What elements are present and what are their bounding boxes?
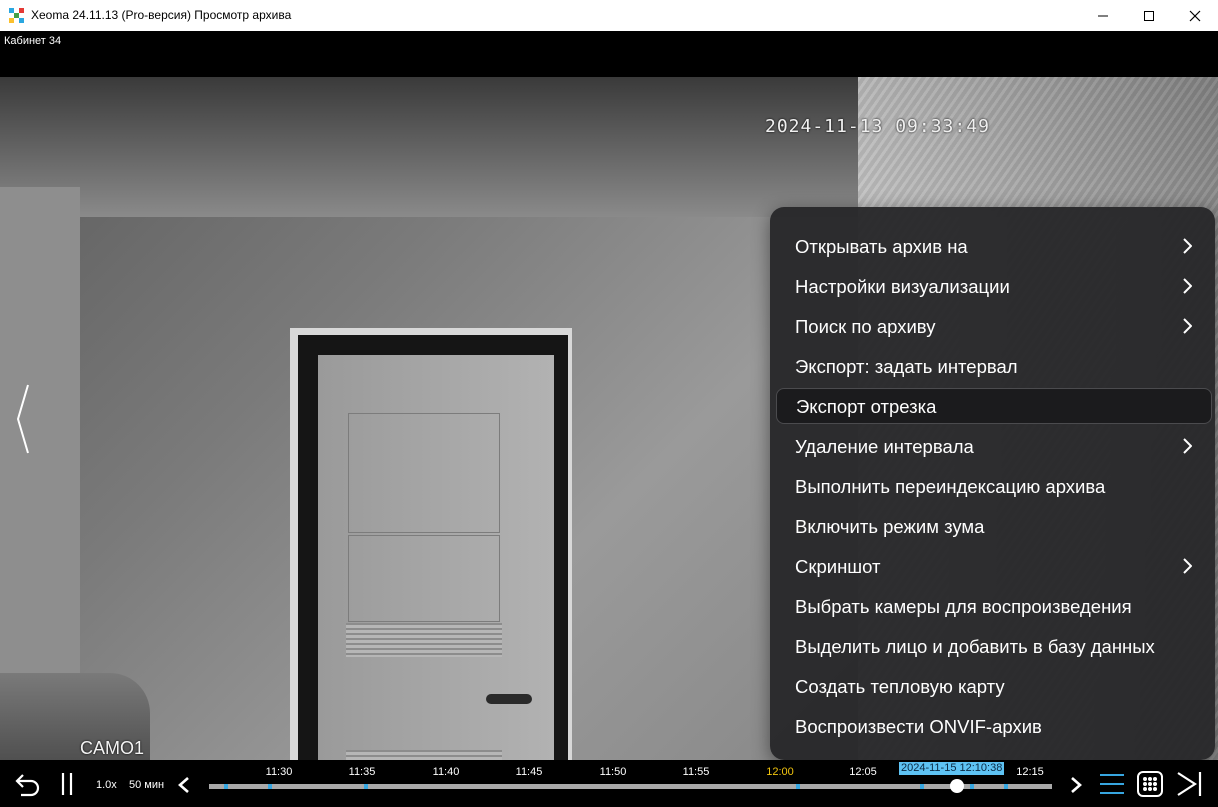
window-title: Xeoma 24.11.13 (Pro-версия) Просмотр арх… — [31, 8, 292, 22]
camera-name: Кабинет 34 — [4, 35, 62, 47]
timeline-tick-label: 12:05 — [849, 766, 877, 778]
timeline-tick-label: 11:55 — [682, 766, 710, 778]
menu-item-export-set-interval[interactable]: Экспорт: задать интервал — [776, 349, 1210, 383]
menu-item-label: Поиск по архиву — [795, 316, 936, 337]
title-bar: Xeoma 24.11.13 (Pro-версия) Просмотр арх… — [0, 0, 1218, 32]
chevron-right-icon — [1183, 318, 1192, 334]
menu-item-label: Открывать архив на — [795, 236, 968, 257]
menu-item-zoom-mode[interactable]: Включить режим зума — [776, 509, 1210, 543]
chevron-right-icon — [1071, 777, 1082, 793]
timeline-scale[interactable]: 50 мин — [129, 779, 164, 791]
menu-item-label: Выполнить переиндексацию архива — [795, 476, 1106, 497]
menu-item-label: Удаление интервала — [795, 436, 974, 457]
playback-speed[interactable]: 1.0x — [96, 779, 117, 791]
menu-item-label: Выделить лицо и добавить в базу данных — [795, 636, 1155, 657]
recording-marker — [364, 784, 368, 789]
minimize-button[interactable] — [1080, 0, 1126, 31]
playback-bar: 1.0x 50 мин 11:30 11:35 11:40 11:45 11:5… — [0, 760, 1218, 807]
undo-icon — [15, 774, 40, 797]
door-stripes — [346, 623, 502, 657]
door-stripes — [346, 750, 502, 760]
layout-grid-button[interactable] — [1136, 770, 1164, 798]
menu-item-face-to-database[interactable]: Выделить лицо и добавить в базу данных — [776, 629, 1210, 663]
menu-item-label: Воспроизвести ONVIF-архив — [795, 716, 1042, 737]
door-handle — [486, 694, 532, 704]
menu-item-screenshot[interactable]: Скриншот — [776, 549, 1210, 583]
timeline-scrubber-handle[interactable] — [950, 779, 964, 793]
timeline-forward-button[interactable] — [1066, 774, 1086, 796]
menu-item-label: Включить режим зума — [795, 516, 985, 537]
menu-item-select-cameras[interactable]: Выбрать камеры для воспроизведения — [776, 589, 1210, 623]
timeline-current-time-label: 12:00 — [766, 766, 794, 778]
recording-marker — [224, 784, 228, 789]
chevron-right-icon — [1183, 558, 1192, 574]
recording-marker — [796, 784, 800, 789]
menu-item-label: Экспорт отрезка — [796, 396, 937, 417]
timeline-back-button[interactable] — [174, 774, 194, 796]
return-button[interactable] — [12, 770, 42, 798]
chevron-right-icon — [1183, 278, 1192, 294]
menu-item-visualization-settings[interactable]: Настройки визуализации — [776, 269, 1210, 303]
chevron-right-icon — [1183, 438, 1192, 454]
timeline-tick-label: 12:15 — [1016, 766, 1044, 778]
camera-header: Кабинет 34 — [0, 31, 1218, 77]
grid-icon — [1137, 771, 1163, 797]
menu-item-delete-interval[interactable]: Удаление интервала — [776, 429, 1210, 463]
door-panel — [348, 535, 500, 622]
door-panel — [348, 413, 500, 533]
chevron-right-icon — [1183, 238, 1192, 254]
menu-item-label: Выбрать камеры для воспроизведения — [795, 596, 1132, 617]
menu-item-onvif-archive[interactable]: Воспроизвести ONVIF-архив — [776, 709, 1210, 743]
minimize-icon — [1098, 15, 1108, 16]
timeline-tick-label: 11:30 — [265, 766, 293, 778]
close-button[interactable] — [1172, 0, 1218, 31]
pause-icon — [61, 773, 73, 795]
go-to-live-button[interactable] — [1174, 770, 1204, 798]
timeline-tick-label: 11:50 — [599, 766, 627, 778]
menu-item-label: Экспорт: задать интервал — [795, 356, 1018, 377]
menu-item-label: Создать тепловую карту — [795, 676, 1005, 697]
recording-marker — [970, 784, 974, 789]
timeline-tick-label: 11:40 — [432, 766, 460, 778]
timeline-tick-label: 11:45 — [515, 766, 543, 778]
osd-camera-label: CAMO1 — [80, 738, 145, 758]
hamburger-menu-icon — [1100, 774, 1124, 794]
pause-button[interactable] — [56, 770, 78, 798]
menu-item-archive-search[interactable]: Поиск по архиву — [776, 309, 1210, 343]
menu-button[interactable] — [1098, 770, 1126, 798]
chevron-left-icon — [178, 777, 189, 793]
timeline-tick-label: 11:35 — [348, 766, 376, 778]
xeoma-logo-icon — [9, 8, 24, 23]
timeline-position-badge: 2024-11-15 12:10:38 — [899, 762, 1005, 775]
timeline-track[interactable] — [209, 784, 1052, 789]
maximize-button[interactable] — [1126, 0, 1172, 31]
door — [318, 355, 554, 760]
previous-camera-icon[interactable] — [14, 383, 34, 455]
menu-item-export-segment[interactable]: Экспорт отрезка — [776, 388, 1212, 424]
close-icon — [1189, 10, 1201, 21]
menu-item-label: Настройки визуализации — [795, 276, 1010, 297]
recording-marker — [920, 784, 924, 789]
maximize-icon — [1144, 10, 1154, 21]
menu-item-heat-map[interactable]: Создать тепловую карту — [776, 669, 1210, 703]
menu-item-label: Скриншот — [795, 556, 881, 577]
menu-item-open-archive-at[interactable]: Открывать архив на — [776, 229, 1210, 263]
recording-marker — [1004, 784, 1008, 789]
skip-to-end-icon — [1177, 772, 1202, 796]
menu-item-reindex-archive[interactable]: Выполнить переиндексацию архива — [776, 469, 1210, 503]
recording-marker — [268, 784, 272, 789]
context-menu: Открывать архив на Настройки визуализаци… — [770, 207, 1215, 760]
osd-timestamp: 2024-11-13 09:33:49 — [765, 116, 990, 137]
